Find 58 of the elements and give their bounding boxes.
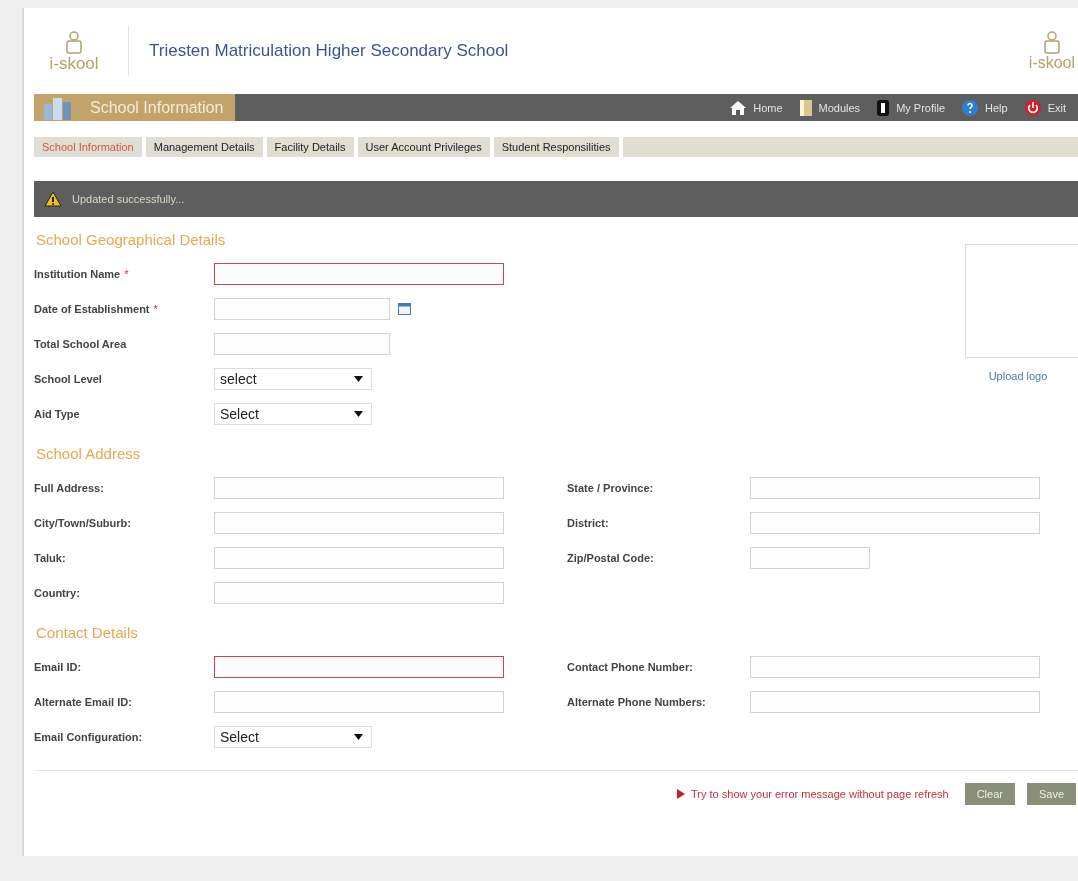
section-heading: Contact Details xyxy=(36,624,139,641)
school-logo: i-skool xyxy=(1028,31,1078,71)
field-label: Contact Phone Number: xyxy=(567,660,693,673)
nav-link[interactable]: Modules xyxy=(798,98,861,117)
input-field[interactable] xyxy=(214,262,504,285)
school-title: Triesten Matriculation Higher Secondary School xyxy=(149,41,509,61)
triangle-bullet-icon xyxy=(677,789,686,799)
tab[interactable]: Student Responsilities xyxy=(493,137,619,157)
module-title-badge: School Information xyxy=(34,94,236,121)
tab[interactable]: Facility Details xyxy=(266,137,354,157)
input-field[interactable] xyxy=(214,655,504,678)
select-dropdown[interactable]: Select xyxy=(214,725,372,748)
help-icon xyxy=(961,98,980,117)
field-label: Country: xyxy=(34,586,80,599)
caret-icon xyxy=(354,410,363,417)
error-message: Try to show your error message without page refresh xyxy=(691,788,949,800)
nav-link[interactable]: Home xyxy=(729,98,783,117)
field-label: District: xyxy=(567,516,609,529)
field-label: Institution Name xyxy=(34,267,121,280)
select-dropdown[interactable]: Select xyxy=(214,402,372,425)
alert-message: Updated successfully... xyxy=(72,193,185,205)
section-heading: School Geographical Details xyxy=(36,231,227,248)
section-heading: School Address xyxy=(36,445,142,462)
home-icon xyxy=(729,99,748,116)
field-label: Full Address: xyxy=(34,481,104,494)
nav-link[interactable]: Exit xyxy=(1023,98,1066,117)
field-label: Alternate Phone Numbers: xyxy=(567,695,706,708)
caret-icon xyxy=(354,733,363,740)
field-label: Taluk: xyxy=(34,551,66,564)
form-button[interactable]: Clear xyxy=(964,783,1015,805)
required-mark: * xyxy=(124,267,129,280)
nav-link[interactable]: My Profile xyxy=(876,98,946,117)
field-label: State / Province: xyxy=(567,481,654,494)
upload-logo-link[interactable]: Upload logo xyxy=(988,370,1048,382)
tab[interactable]: School Information xyxy=(34,137,142,157)
school-logo: i-skool xyxy=(34,30,114,72)
power-icon xyxy=(1023,98,1042,117)
field-label: Aid Type xyxy=(34,407,80,420)
date-field[interactable] xyxy=(214,297,390,320)
field-label: Zip/Postal Code: xyxy=(567,551,654,564)
required-mark: * xyxy=(153,302,158,315)
tab[interactable]: Management Details xyxy=(145,137,263,157)
person-icon xyxy=(876,98,891,117)
book-icon xyxy=(798,98,813,117)
tab[interactable]: User Account Privileges xyxy=(357,137,490,157)
field-label: Date of Establishment xyxy=(34,302,150,315)
warning-icon xyxy=(44,191,62,207)
field-label: Email ID: xyxy=(34,660,82,673)
form-button[interactable]: Save xyxy=(1026,783,1076,805)
field-label: Alternate Email ID: xyxy=(34,695,132,708)
caret-icon xyxy=(354,375,363,382)
field-label: School Level xyxy=(34,372,102,385)
nav-link[interactable]: Help xyxy=(961,98,1008,117)
field-label: Total School Area xyxy=(34,337,127,350)
field-label: City/Town/Suburb: xyxy=(34,516,131,529)
field-label: Email Configuration: xyxy=(34,730,143,743)
select-dropdown[interactable]: select xyxy=(214,367,372,390)
calendar-icon[interactable] xyxy=(398,302,411,315)
